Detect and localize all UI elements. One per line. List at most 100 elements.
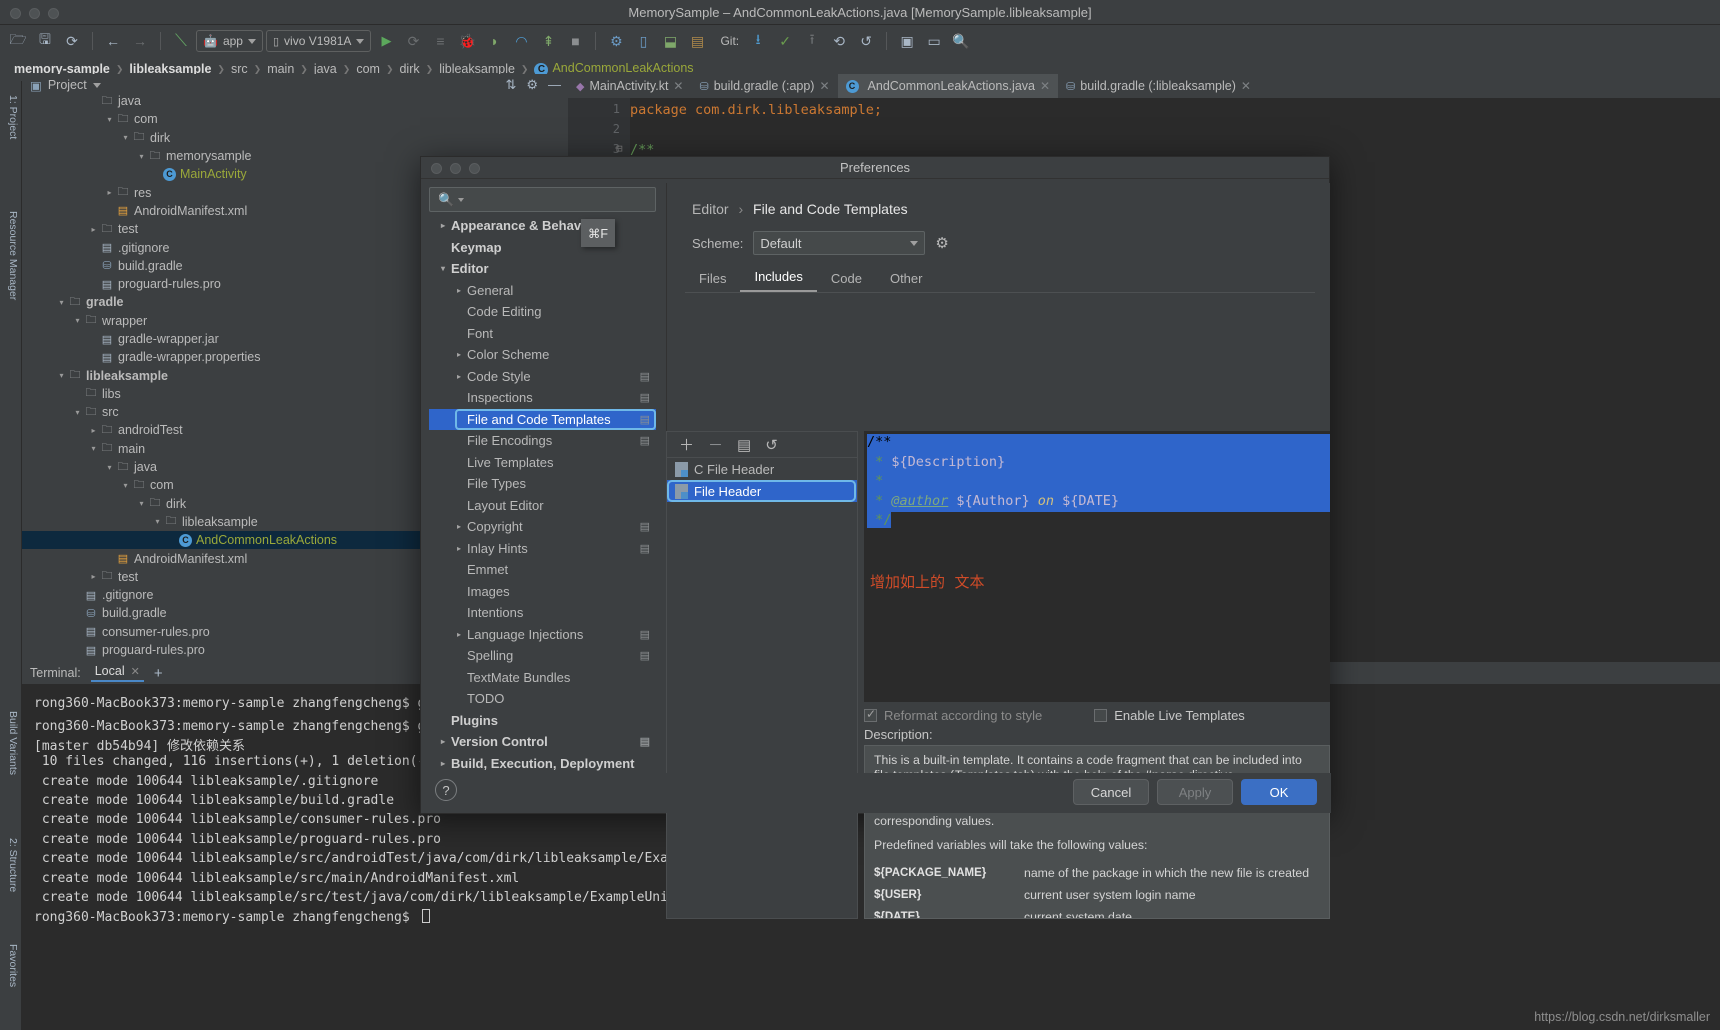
open-project-icon[interactable]: 🗁 [6,29,30,53]
settings-tree-item-intentions[interactable]: Intentions [429,602,656,624]
git-history-icon[interactable]: ⟲ [827,29,851,53]
settings-search-box[interactable]: 🔍 [429,187,656,212]
editor-tab-strip[interactable]: ◆ MainActivity.kt ✕ ⛁ build.gradle (:app) ✕ C A… [568,74,1720,98]
chevron-down-icon[interactable]: ▾ [104,115,115,124]
git-commit-icon[interactable]: ✓ [773,29,797,53]
settings-tree-item-file-and-code-templates[interactable]: File and Code Templates ▤ [429,408,656,430]
editor-tab[interactable]: ◆ MainActivity.kt ✕ [568,74,691,98]
chevron-right-icon[interactable]: ▸ [88,426,99,435]
gear-icon[interactable]: ⚙ [935,234,948,252]
chevron-down-icon[interactable] [92,82,101,88]
git-push-icon[interactable]: ⭱ [800,29,824,53]
attach-debugger-icon[interactable]: ◗ [482,29,506,53]
git-update-icon[interactable]: ⭳ [746,29,770,53]
device-file-explorer-icon[interactable]: ▤ [685,29,709,53]
settings-tree-item-todo[interactable]: TODO [429,688,656,710]
settings-tree-item-plugins[interactable]: Plugins [429,710,656,732]
template-code-editor[interactable]: /** * ${Description} * * @author ${Autho… [864,431,1330,702]
settings-tree-item-color-scheme[interactable]: ▸ Color Scheme [429,344,656,366]
enable-live-templates-checkbox[interactable] [1094,708,1108,722]
debug-icon[interactable]: 🐞 [455,29,479,53]
close-icon[interactable]: ✕ [819,79,829,93]
chevron-down-icon[interactable]: ▾ [56,371,67,380]
close-icon[interactable]: ✕ [131,665,140,678]
chevron-right-icon[interactable]: ▸ [104,188,115,197]
save-all-icon[interactable]: 🖫 [33,29,57,53]
back-icon[interactable]: ← [101,29,125,53]
tab-files[interactable]: Files [685,268,740,292]
search-everywhere-icon[interactable]: 🔍 [949,29,973,53]
forward-icon[interactable]: → [128,29,152,53]
terminal-tab-local[interactable]: Local ✕ [90,664,144,682]
gradle-sync-icon[interactable]: ⟍ [169,29,193,53]
settings-tree-item-copyright[interactable]: ▸ Copyright ▤ [429,516,656,538]
new-terminal-tab-icon[interactable]: + [154,665,163,682]
hide-panel-icon[interactable]: — [548,77,561,93]
chevron-right-icon[interactable]: ▸ [435,759,451,768]
rail-item-structure[interactable]: 2: Structure [0,821,19,909]
close-icon[interactable]: ✕ [673,79,683,93]
run-icon[interactable]: ▶ [374,29,398,53]
editor-tab[interactable]: C AndCommonLeakActions.java ✕ [837,74,1059,98]
tab-other[interactable]: Other [876,268,937,292]
tab-code[interactable]: Code [817,268,876,292]
chevron-right-icon[interactable]: ▸ [435,221,451,230]
chevron-down-icon[interactable]: ▾ [120,133,131,142]
sync-icon[interactable]: ⟳ [60,29,84,53]
chevron-right-icon[interactable]: ▸ [451,630,467,639]
close-icon[interactable]: ✕ [1241,79,1251,93]
git-revert-icon[interactable]: ↺ [854,29,878,53]
template-code[interactable]: /** * ${Description} * * @author ${Autho… [864,431,1330,599]
template-list-item[interactable]: C File Header [667,458,857,480]
rail-item-build-variants[interactable]: Build Variants [0,691,19,796]
rail-item-project[interactable]: 1: Project [0,85,19,149]
chevron-down-icon[interactable]: ▾ [136,152,147,161]
profiler-icon[interactable]: ◠ [509,29,533,53]
settings-tree[interactable]: ▸ Appearance & Behavior Keymap ▾ Editor ▸ Gene… [429,215,656,775]
chevron-down-icon[interactable] [458,197,465,202]
chevron-down-icon[interactable]: ▾ [152,517,163,526]
tree-node[interactable]: ▾ 🗀 dirk [22,129,567,147]
settings-tree-item-code-style[interactable]: ▸ Code Style ▤ [429,366,656,388]
stop-icon[interactable]: ■ [563,29,587,53]
close-icon[interactable]: ✕ [1040,79,1050,93]
chevron-right-icon[interactable]: ▸ [451,522,467,531]
expand-collapse-icon[interactable]: ⇅ [505,77,516,93]
run-configuration-selector[interactable]: 🤖 app [196,30,263,52]
cancel-button[interactable]: Cancel [1073,779,1149,805]
rail-item-favorites[interactable]: Favorites [0,926,19,1006]
chevron-right-icon[interactable]: ▸ [451,544,467,553]
settings-tree-item-layout-editor[interactable]: Layout Editor [429,495,656,517]
layout-inspector-icon[interactable]: ⬓ [658,29,682,53]
chevron-down-icon[interactable]: ▾ [120,481,131,490]
chevron-down-icon[interactable]: ▾ [104,463,115,472]
reset-icon[interactable]: ↺ [765,436,778,454]
preview-icon[interactable]: ▣ [895,29,919,53]
chevron-down-icon[interactable]: ▾ [136,499,147,508]
settings-tree-item-general[interactable]: ▸ General [429,280,656,302]
settings-icon[interactable]: ⚙ [526,77,538,93]
settings-tree-item-emmet[interactable]: Emmet [429,559,656,581]
chevron-right-icon[interactable]: ▸ [451,286,467,295]
editor-tab[interactable]: ⛁ build.gradle (:app) ✕ [691,74,837,98]
settings-tree-item-keymap[interactable]: Keymap [429,237,656,259]
copy-icon[interactable]: ▤ [737,436,751,454]
tree-node[interactable]: 🗀 java [22,92,567,110]
settings-tree-item-language-injections[interactable]: ▸ Language Injections ▤ [429,624,656,646]
template-list-item[interactable]: File Header [667,480,857,502]
add-icon[interactable]: ＋ [679,434,694,455]
settings-tree-item-inlay-hints[interactable]: ▸ Inlay Hints ▤ [429,538,656,560]
sdk-manager-icon[interactable]: ⚙ [604,29,628,53]
settings-tree-item-build-execution-deployment[interactable]: ▸ Build, Execution, Deployment [429,753,656,775]
chevron-down-icon[interactable]: ▾ [435,264,451,273]
run-coverage-icon[interactable]: ⇞ [536,29,560,53]
settings-tree-item-editor[interactable]: ▾ Editor [429,258,656,280]
settings-tree-item-version-control[interactable]: ▸ Version Control ▤ [429,731,656,753]
chevron-down-icon[interactable]: ▾ [88,444,99,453]
scheme-select[interactable]: Default [753,231,926,255]
settings-tree-item-textmate-bundles[interactable]: TextMate Bundles [429,667,656,689]
search-input[interactable] [468,191,649,208]
avd-manager-icon[interactable]: ▯ [631,29,655,53]
chevron-right-icon[interactable]: ▸ [435,737,451,746]
template-category-tabs[interactable]: Files Includes Code Other [685,265,1315,293]
